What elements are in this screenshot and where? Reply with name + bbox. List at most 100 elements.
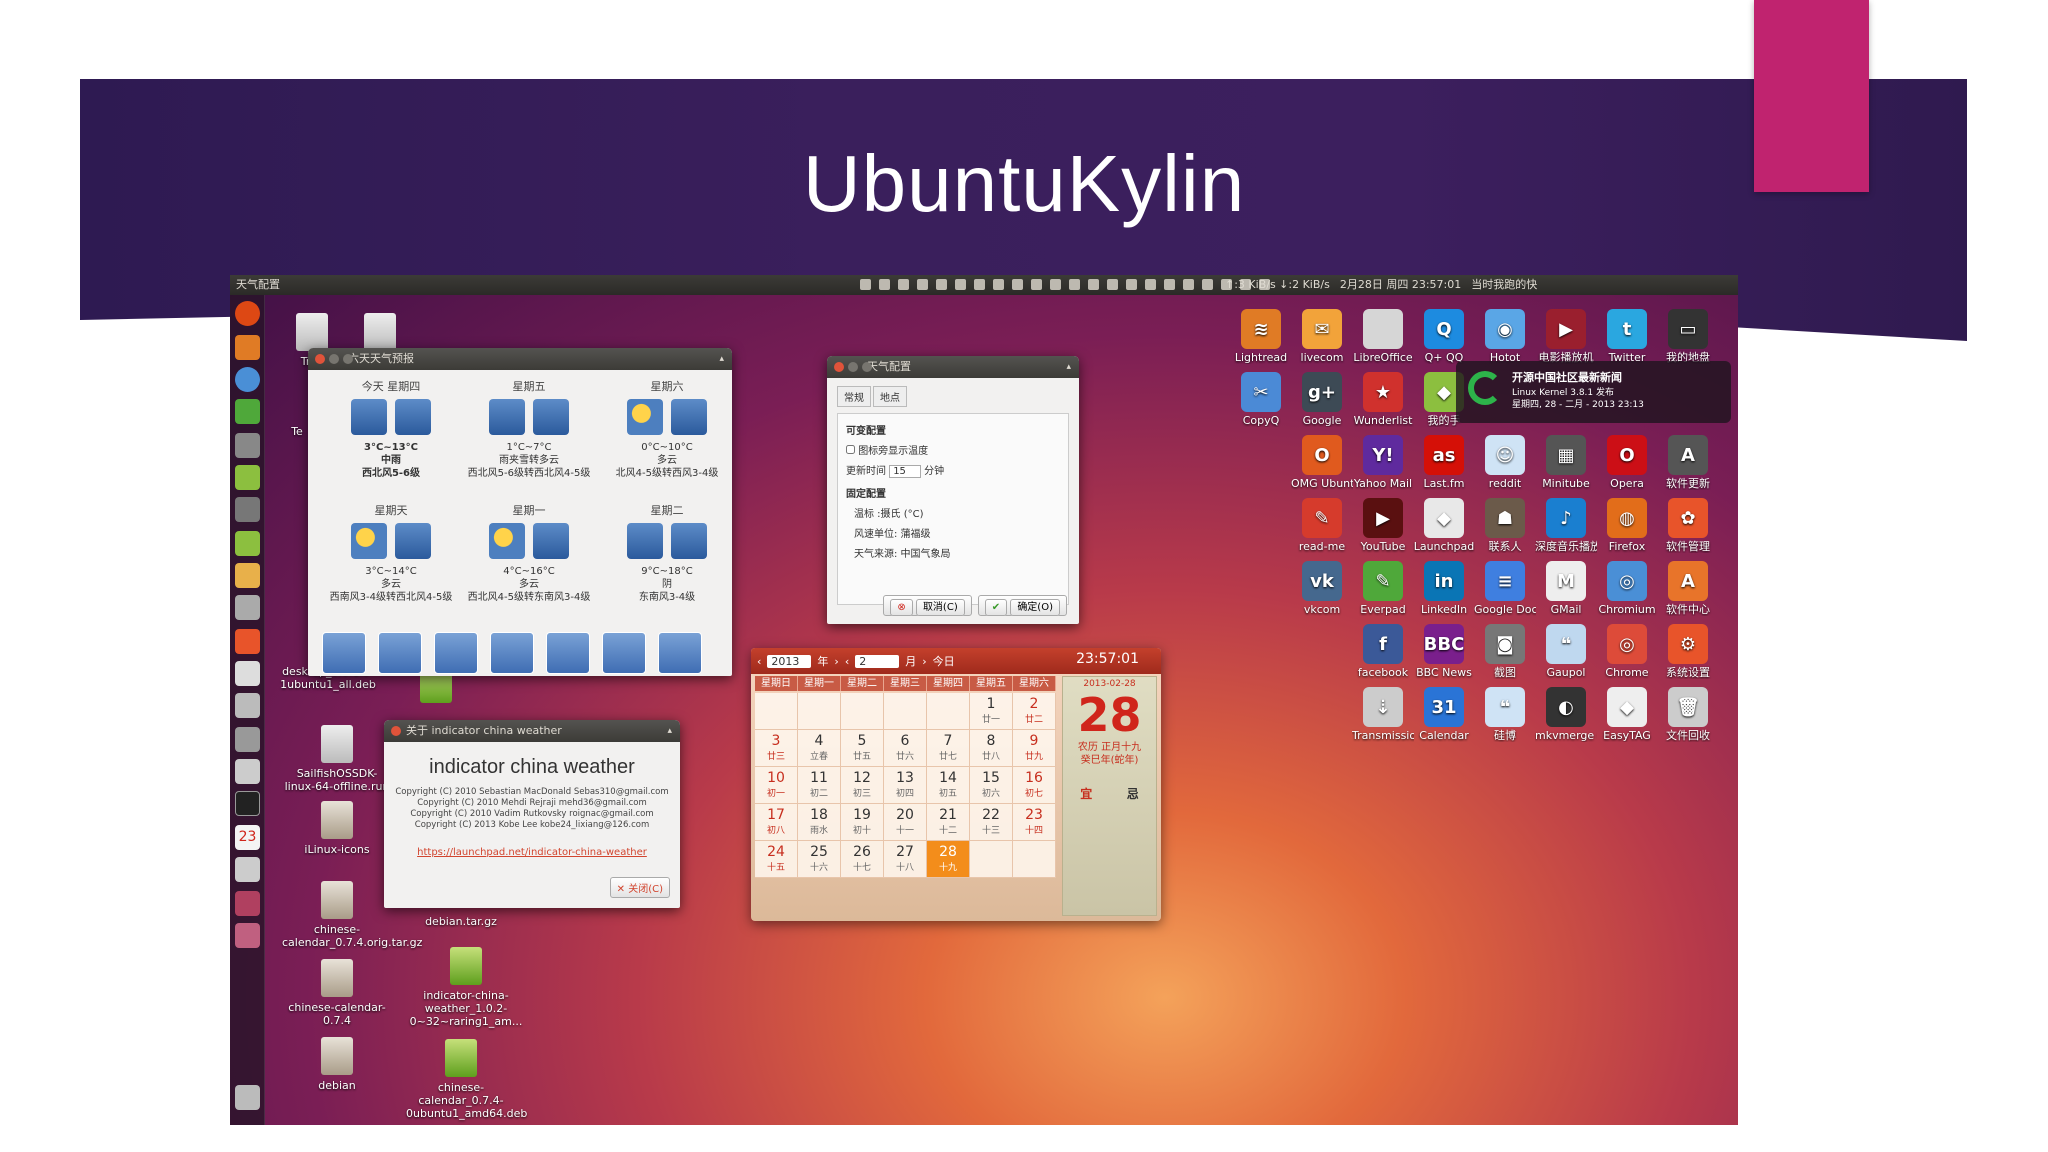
show-temp-checkbox[interactable]: [846, 445, 855, 454]
clock[interactable]: 2月28日 周四 23:57:01: [1340, 275, 1461, 295]
calendar-day-cell[interactable]: 25 十六: [798, 841, 841, 878]
calendar-day-cell[interactable]: 16 初七: [1013, 767, 1056, 804]
app-launcher-icon[interactable]: ◉ Hotot: [1474, 309, 1536, 364]
app-launcher-icon[interactable]: ✂ CopyQ: [1230, 372, 1292, 427]
app-launcher-icon[interactable]: O OMG Ubuntu: [1291, 435, 1353, 490]
calendar-day-cell[interactable]: 23 十四: [1013, 804, 1056, 841]
calendar-day-cell[interactable]: 28 十九: [927, 841, 970, 878]
cancel-button[interactable]: ⊗ 取消(C): [883, 595, 972, 616]
app-launcher-icon[interactable]: ❝ 硅博: [1474, 687, 1536, 742]
app-launcher-icon[interactable]: ▶ YouTube: [1352, 498, 1414, 553]
app-launcher-icon[interactable]: M GMail: [1535, 561, 1597, 616]
calendar-day-cell[interactable]: 4 立春: [798, 730, 841, 767]
app-launcher-icon[interactable]: t Twitter: [1596, 309, 1658, 364]
calendar-day-cell[interactable]: 5 廿五: [841, 730, 884, 767]
camera-icon[interactable]: [235, 433, 260, 458]
app-launcher-icon[interactable]: ▶ 电影播放机: [1535, 309, 1597, 364]
tray-icon[interactable]: [1107, 279, 1118, 290]
tray-icon[interactable]: [1164, 279, 1175, 290]
desktop-file[interactable]: chinese-calendar_0.7.4-0ubuntu1_amd64.de…: [406, 1039, 527, 1120]
user-menu[interactable]: 当时我跑的快: [1471, 275, 1537, 295]
tray-icon[interactable]: [1088, 279, 1099, 290]
app-launcher-icon[interactable]: ☗ 联系人: [1474, 498, 1536, 553]
month-spinner[interactable]: 2: [855, 654, 900, 668]
calendar-day-cell[interactable]: 26 十七: [841, 841, 884, 878]
maximize-button[interactable]: [343, 354, 353, 364]
travel-index-icon[interactable]: [490, 632, 534, 674]
calendar-day-cell[interactable]: 8 廿八: [970, 730, 1013, 767]
tray-icon[interactable]: [898, 279, 909, 290]
app-launcher-icon[interactable]: ✎ Everpad: [1352, 561, 1414, 616]
app-launcher-icon[interactable]: vk vkcom: [1291, 561, 1353, 616]
app-launcher-icon[interactable]: BBC BBC News: [1413, 624, 1475, 679]
tray-icon[interactable]: [1069, 279, 1080, 290]
year-spinner[interactable]: 2013: [767, 654, 812, 668]
app-launcher-icon[interactable]: g+ Google: [1291, 372, 1353, 427]
minimize-button[interactable]: [848, 362, 858, 372]
calendar-day-cell[interactable]: 24 十五: [755, 841, 798, 878]
tray-icon[interactable]: [936, 279, 947, 290]
app-launcher-icon[interactable]: ◎ Chromium: [1596, 561, 1658, 616]
app-launcher-icon[interactable]: in LinkedIn: [1413, 561, 1475, 616]
minimize-button[interactable]: [329, 354, 339, 364]
app-launcher-icon[interactable]: 31 Calendar: [1413, 687, 1475, 742]
app-launcher-icon[interactable]: 🗑 文件回收: [1657, 687, 1719, 742]
android-sdk-icon[interactable]: [235, 531, 260, 556]
app-launcher-icon[interactable]: ◆ EasyTAG: [1596, 687, 1658, 742]
calendar-day-cell[interactable]: 20 十一: [884, 804, 927, 841]
drying-index-icon[interactable]: [602, 632, 646, 674]
app-launcher-icon[interactable]: ◐ mkvmerge GUI: [1535, 687, 1597, 742]
app-launcher-icon[interactable]: Y! Yahoo Mail: [1352, 435, 1414, 490]
workspace-icon[interactable]: [235, 891, 260, 916]
weather-icon[interactable]: [235, 857, 260, 882]
calendar-day-cell[interactable]: 18 雨水: [798, 804, 841, 841]
app-launcher-icon[interactable]: A 软件中心: [1657, 561, 1719, 616]
calendar-day-cell[interactable]: 6 廿六: [884, 730, 927, 767]
calendar-icon[interactable]: 23: [235, 825, 260, 850]
close-button[interactable]: [834, 362, 844, 372]
close-button[interactable]: [315, 354, 325, 364]
app-launcher-icon[interactable]: ✎ read-me: [1291, 498, 1353, 553]
today-button[interactable]: 今日: [933, 653, 955, 669]
dash-icon[interactable]: [235, 301, 260, 326]
exercise-index-icon[interactable]: [546, 632, 590, 674]
app-launcher-icon[interactable]: ▭ 我的地盘: [1657, 309, 1719, 364]
tray-icon[interactable]: [993, 279, 1004, 290]
desktop-file[interactable]: debian.tar.gz: [406, 915, 516, 928]
tab-general[interactable]: 常规: [837, 386, 871, 407]
tray-icon[interactable]: [1031, 279, 1042, 290]
desktop-file[interactable]: debian: [282, 1037, 392, 1092]
next-month-icon[interactable]: ›: [922, 655, 926, 668]
app-launcher-icon[interactable]: ⇣ Transmission: [1352, 687, 1414, 742]
app-launcher-icon[interactable]: ◆ Launchpad: [1413, 498, 1475, 553]
app-launcher-icon[interactable]: LibreOffice: [1352, 309, 1414, 364]
calendar-day-cell[interactable]: 14 初五: [927, 767, 970, 804]
desktop-file[interactable]: indicator-china-weather_1.0.2-0~32~rarin…: [406, 947, 526, 1028]
app-launcher-icon[interactable]: ≋ Lightread: [1230, 309, 1292, 364]
tab-location[interactable]: 地点: [873, 386, 907, 407]
tray-icon[interactable]: [1126, 279, 1137, 290]
app-launcher-icon[interactable]: f facebook: [1352, 624, 1414, 679]
system-monitor-icon[interactable]: [235, 595, 260, 620]
trash-icon[interactable]: [235, 1085, 260, 1110]
calendar-day-cell[interactable]: 19 初十: [841, 804, 884, 841]
tray-icon[interactable]: [1183, 279, 1194, 290]
tray-icon[interactable]: [955, 279, 966, 290]
app-launcher-icon[interactable]: Q Q+ QQ: [1413, 309, 1475, 364]
tray-icon[interactable]: [1202, 279, 1213, 290]
desktop-file[interactable]: iLinux-icons: [282, 801, 392, 856]
maximize-button[interactable]: [862, 362, 872, 372]
app-launcher-icon[interactable]: O Opera: [1596, 435, 1658, 490]
allergy-index-icon[interactable]: [658, 632, 702, 674]
calendar-day-cell[interactable]: 21 十二: [927, 804, 970, 841]
app-launcher-icon[interactable]: ◙ 截图: [1474, 624, 1536, 679]
document-icon[interactable]: [235, 661, 260, 686]
app-launcher-icon[interactable]: A 软件更新: [1657, 435, 1719, 490]
calendar-day-cell[interactable]: 27 十八: [884, 841, 927, 878]
calendar-day-cell[interactable]: 10 初一: [755, 767, 798, 804]
menu-icon[interactable]: ▴: [719, 348, 724, 370]
calendar-day-cell[interactable]: 11 初二: [798, 767, 841, 804]
next-year-icon[interactable]: ›: [834, 655, 838, 668]
tray-icon[interactable]: [860, 279, 871, 290]
calendar-day-cell[interactable]: 13 初四: [884, 767, 927, 804]
